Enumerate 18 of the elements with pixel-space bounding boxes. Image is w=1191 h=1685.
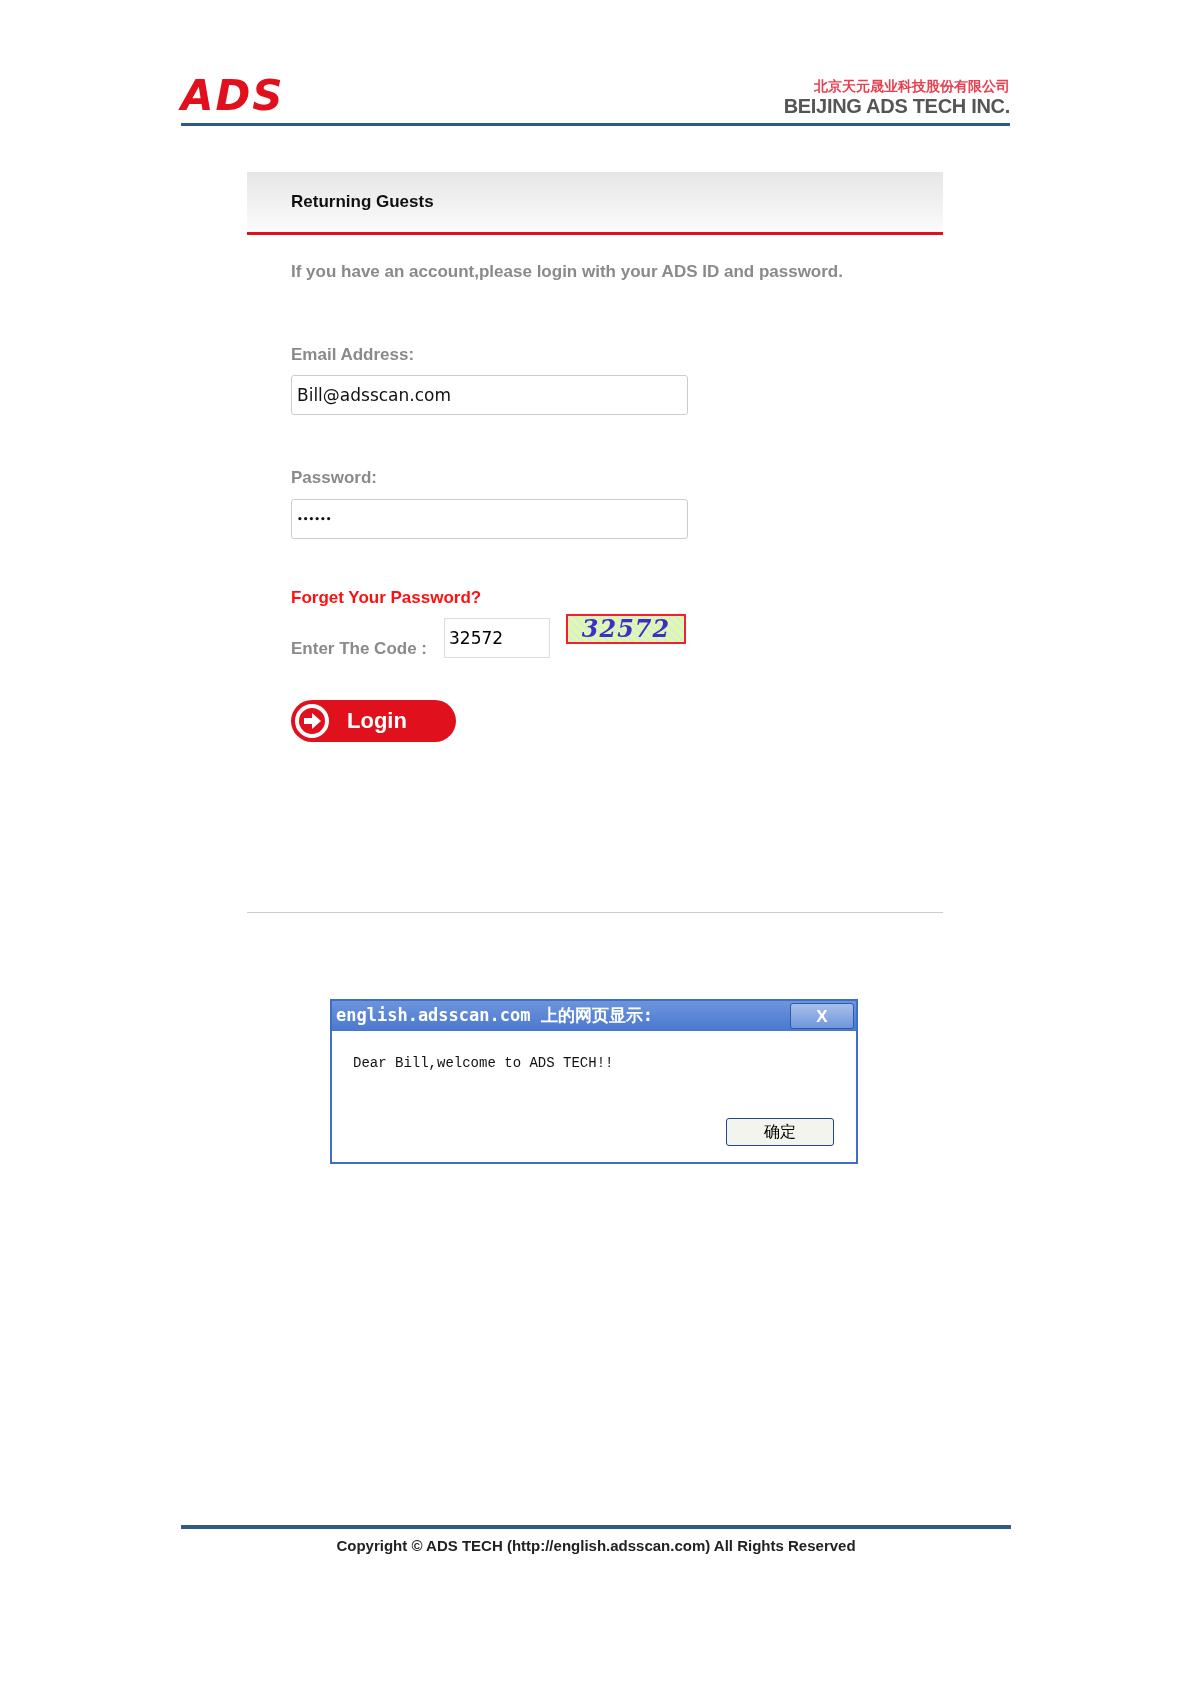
panel-title: Returning Guests [291,191,434,214]
arrow-circle-icon [295,703,329,738]
ok-button[interactable]: 确定 [726,1118,834,1146]
forgot-password-link[interactable]: Forget Your Password? [291,587,482,607]
dialog-title: english.adsscan.com 上的网页显示: [336,1004,653,1028]
intro-text: If you have an account,please login with your ADS ID and password. [291,261,844,283]
email-field[interactable]: Bill@adsscan.com [291,375,688,415]
password-field[interactable]: •••••• [291,498,688,539]
code-field[interactable]: 32572 [444,618,550,658]
company-name: BEIJING ADS TECH INC. [783,95,1010,117]
dialog-message: Dear Bill,welcome to ADS TECH!! [353,1054,615,1073]
copyright-text: Copyright © ADS TECH (http://english.adsscan.com) All Rights Reserved [336,1537,856,1554]
code-label: Enter The Code : [291,638,428,660]
captcha-image: 32572 [566,614,686,644]
password-label: Password: [291,467,378,489]
company-name-chinese: 北京天元晟业科技股份有限公司 [813,78,1010,95]
email-label: Email Address: [291,343,416,366]
login-button[interactable]: Login [291,699,456,742]
